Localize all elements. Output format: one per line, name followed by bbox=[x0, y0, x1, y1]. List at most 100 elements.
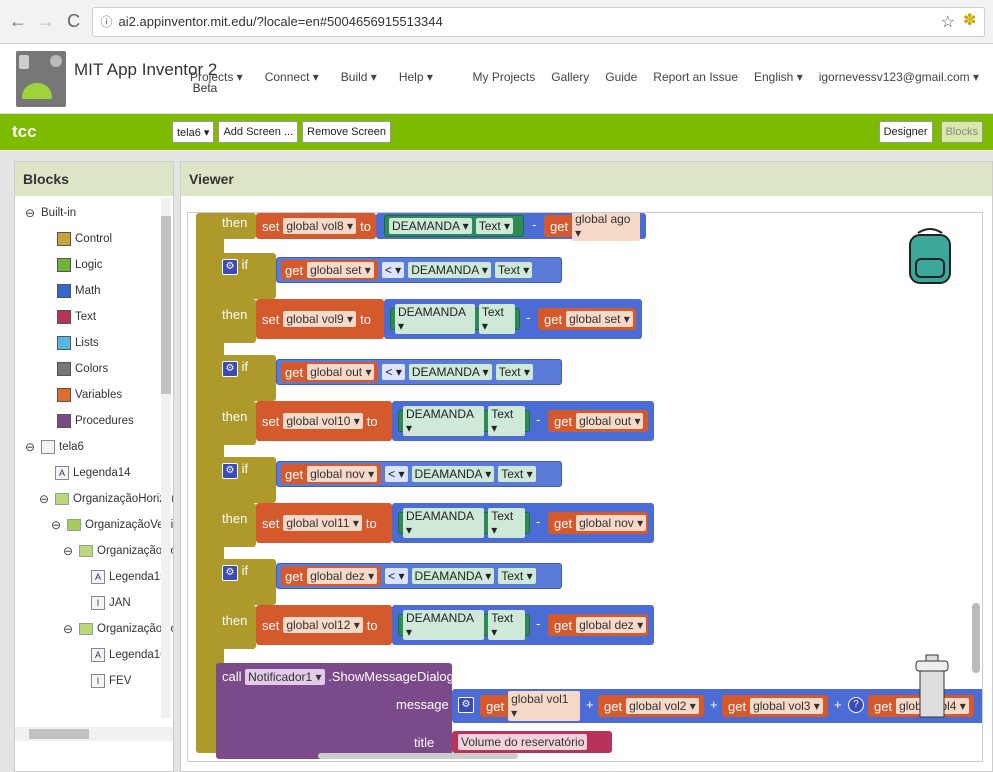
reload-icon[interactable]: C bbox=[64, 11, 84, 32]
compare-block[interactable]: get global dez ▾ < ▾ DEAMANDA ▾ Text ▾ bbox=[276, 563, 562, 589]
variable-dropdown[interactable]: global vol9 ▾ bbox=[283, 311, 357, 327]
menu-build[interactable]: Build ▾ bbox=[341, 70, 377, 84]
tree-component[interactable]: ⊖ OrganizaçãoVertica bbox=[51, 518, 173, 532]
set-block[interactable]: set global vol11 ▾ to bbox=[256, 503, 392, 543]
property-dropdown[interactable]: Text ▾ bbox=[475, 218, 514, 234]
trash-icon[interactable] bbox=[912, 653, 952, 723]
tree-item-text[interactable]: Text bbox=[57, 310, 96, 324]
component-text-block[interactable]: DEAMANDA ▾ Text ▾ bbox=[398, 406, 530, 436]
tree-component[interactable]: ⊖ OrganizaçãoHorizonta bbox=[39, 492, 173, 506]
component-text-block[interactable]: DEAMANDA ▾ Text ▾ bbox=[398, 508, 530, 538]
blocks-scroll-thumb[interactable] bbox=[161, 216, 171, 394]
app-inventor-logo[interactable] bbox=[16, 50, 66, 107]
get-block[interactable]: get global dez ▾ bbox=[548, 614, 648, 636]
set-block[interactable]: set global vol9 ▾ to bbox=[256, 299, 384, 339]
tree-component[interactable]: A Legenda15 bbox=[91, 570, 167, 584]
blocks-workspace[interactable]: then set global vol8 ▾ to DEAMANDA ▾ Tex… bbox=[187, 212, 983, 762]
component-dropdown[interactable]: DEAMANDA ▾ bbox=[389, 218, 472, 234]
variable-dropdown[interactable]: global nov ▾ bbox=[307, 466, 378, 482]
compare-block[interactable]: get global nov ▾ < ▾ DEAMANDA ▾ Text ▾ bbox=[276, 461, 562, 487]
blocks-button[interactable]: Blocks bbox=[940, 121, 983, 143]
component-text-block[interactable]: DEAMANDA ▾ Text ▾ bbox=[398, 610, 530, 640]
tree-component[interactable]: A Legenda14 bbox=[55, 466, 131, 480]
component-dropdown[interactable]: Notificador1 ▾ bbox=[245, 669, 325, 685]
blocks-hscroll-thumb[interactable] bbox=[29, 729, 89, 739]
variable-dropdown[interactable]: global vol3 ▾ bbox=[750, 698, 823, 714]
gear-icon[interactable]: ⚙ bbox=[458, 697, 474, 713]
variable-dropdown[interactable]: global vol12 ▾ bbox=[283, 617, 363, 633]
get-block[interactable]: get global nov ▾ bbox=[548, 512, 648, 534]
variable-dropdown[interactable]: global ago ▾ bbox=[572, 213, 640, 241]
component-dropdown[interactable]: DEAMANDA ▾ bbox=[403, 610, 485, 640]
tree-item-lists[interactable]: Lists bbox=[57, 336, 99, 350]
tree-component[interactable]: I JAN bbox=[91, 596, 131, 610]
workspace-horizontal-scrollbar[interactable] bbox=[318, 753, 518, 759]
title-string[interactable]: Volume do reservatório bbox=[458, 734, 588, 750]
get-block[interactable]: get global ago ▾ bbox=[544, 213, 640, 241]
tree-item-colors[interactable]: Colors bbox=[57, 362, 108, 376]
menu-language[interactable]: English ▾ bbox=[754, 70, 803, 84]
collapse-icon[interactable]: ⊖ bbox=[25, 206, 37, 220]
tree-item-variables[interactable]: Variables bbox=[57, 388, 122, 402]
star-icon[interactable]: ☆ bbox=[941, 12, 955, 32]
get-block[interactable]: get global vol1 ▾ bbox=[480, 691, 580, 721]
property-dropdown[interactable]: Text ▾ bbox=[495, 364, 533, 380]
variable-dropdown[interactable]: global vol11 ▾ bbox=[283, 515, 362, 531]
variable-dropdown[interactable]: global vol2 ▾ bbox=[626, 698, 699, 714]
compare-block[interactable]: get global set ▾ < ▾ DEAMANDA ▾ Text ▾ bbox=[276, 257, 562, 283]
tree-component[interactable]: A Legenda16 bbox=[91, 648, 167, 662]
property-dropdown[interactable]: Text ▾ bbox=[488, 406, 525, 436]
menu-my-projects[interactable]: My Projects bbox=[473, 70, 536, 84]
variable-dropdown[interactable]: global set ▾ bbox=[566, 311, 633, 327]
text-string-block[interactable]: Volume do reservatório bbox=[452, 731, 612, 753]
variable-dropdown[interactable]: global dez ▾ bbox=[576, 617, 647, 633]
get-block[interactable]: get global out ▾ bbox=[281, 362, 379, 382]
component-dropdown[interactable]: DEAMANDA ▾ bbox=[411, 568, 495, 584]
collapse-icon[interactable]: ⊖ bbox=[63, 544, 75, 558]
property-dropdown[interactable]: Text ▾ bbox=[498, 568, 536, 584]
menu-gallery[interactable]: Gallery bbox=[551, 70, 589, 84]
variable-dropdown[interactable]: global nov ▾ bbox=[576, 515, 647, 531]
get-block[interactable]: get global set ▾ bbox=[281, 260, 378, 280]
compare-dropdown[interactable]: < ▾ bbox=[385, 466, 408, 482]
collapse-icon[interactable]: ⊖ bbox=[63, 622, 75, 636]
collapse-icon[interactable]: ⊖ bbox=[51, 518, 63, 532]
tree-component[interactable]: ⊖ OrganizaçãoHor bbox=[63, 544, 173, 558]
tree-builtin[interactable]: ⊖ Built-in bbox=[25, 206, 76, 220]
component-dropdown[interactable]: DEAMANDA ▾ bbox=[403, 406, 485, 436]
tree-item-procedures[interactable]: Procedures bbox=[57, 414, 134, 428]
gear-icon[interactable]: ⚙ bbox=[222, 565, 238, 581]
tree-component[interactable]: I FEV bbox=[91, 674, 131, 688]
property-dropdown[interactable]: Text ▾ bbox=[488, 508, 525, 538]
tree-item-math[interactable]: Math bbox=[57, 284, 101, 298]
get-block[interactable]: get global vol2 ▾ bbox=[598, 695, 704, 717]
back-icon[interactable]: ← bbox=[8, 11, 28, 32]
tree-item-control[interactable]: Control bbox=[57, 232, 112, 246]
add-screen-button[interactable]: Add Screen ... bbox=[218, 121, 299, 143]
component-dropdown[interactable]: DEAMANDA ▾ bbox=[403, 508, 485, 538]
property-dropdown[interactable]: Text ▾ bbox=[478, 304, 515, 334]
menu-projects[interactable]: Projects ▾ bbox=[190, 70, 243, 84]
variable-dropdown[interactable]: global out ▾ bbox=[307, 364, 375, 380]
menu-connect[interactable]: Connect ▾ bbox=[265, 70, 319, 84]
get-block[interactable]: get global out ▾ bbox=[548, 410, 648, 432]
variable-dropdown[interactable]: global dez ▾ bbox=[307, 568, 378, 584]
variable-dropdown[interactable]: global vol10 ▾ bbox=[283, 413, 363, 429]
component-dropdown[interactable]: DEAMANDA ▾ bbox=[408, 262, 491, 278]
get-block[interactable]: get global nov ▾ bbox=[281, 464, 382, 484]
set-block[interactable]: set global vol10 ▾ to bbox=[256, 401, 392, 441]
component-text-block[interactable]: DEAMANDA ▾ Text ▾ bbox=[384, 215, 524, 237]
menu-account[interactable]: igornevessv123@gmail.com ▾ bbox=[819, 70, 979, 84]
collapse-icon[interactable]: ⊖ bbox=[25, 440, 37, 454]
designer-button[interactable]: Designer bbox=[878, 121, 933, 143]
tree-component[interactable]: ⊖ OrganizaçãoHor bbox=[63, 622, 173, 636]
backpack-icon[interactable] bbox=[904, 225, 956, 287]
address-bar[interactable]: ⓘ ai2.appinventor.mit.edu/?locale=en#500… bbox=[91, 6, 985, 37]
variable-dropdown[interactable]: global vol1 ▾ bbox=[508, 691, 580, 721]
tree-item-logic[interactable]: Logic bbox=[57, 258, 103, 272]
extension-icon[interactable]: ✽ bbox=[963, 10, 981, 30]
collapse-icon[interactable]: ⊖ bbox=[39, 492, 51, 506]
property-dropdown[interactable]: Text ▾ bbox=[498, 466, 536, 482]
gear-icon[interactable]: ⚙ bbox=[222, 361, 238, 377]
component-dropdown[interactable]: DEAMANDA ▾ bbox=[395, 304, 475, 334]
